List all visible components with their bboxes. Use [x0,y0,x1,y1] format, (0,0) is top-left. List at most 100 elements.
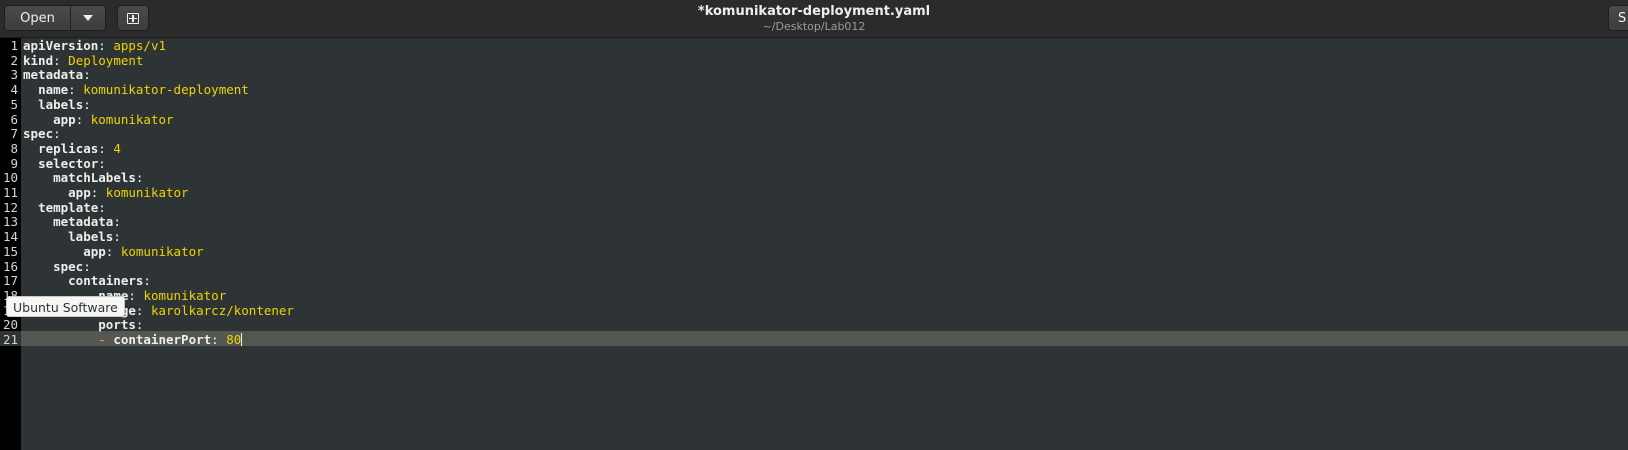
triangle-down-icon [83,15,93,21]
code-text: - containerPort: 80 [23,332,243,347]
colon: : [98,155,106,171]
open-button[interactable]: Open [4,5,71,31]
colon: : [98,140,106,156]
code-text: matchLabels: [23,170,143,185]
yaml-key: name [38,82,69,98]
code-line[interactable]: 12 template: [0,200,1628,215]
code-text: replicas: 4 [23,141,121,156]
colon: : [113,214,121,230]
code-line[interactable]: 8 replicas: 4 [0,141,1628,156]
new-document-icon [127,12,139,24]
colon: : [105,243,114,259]
yaml-key: spec [53,258,84,274]
open-menu-button[interactable] [70,5,106,31]
yaml-value: karolkarcz/kontener [150,302,294,318]
yaml-key: metadata [23,67,84,83]
save-button[interactable]: S [1608,5,1628,31]
yaml-key: labels [68,229,114,245]
code-line[interactable]: 3 metadata: [0,67,1628,82]
code-line[interactable]: 16 spec: [0,259,1628,274]
colon: : [211,332,219,347]
line-number: 13 [2,214,18,230]
title-area: *komunikator-deployment.yaml ~/Desktop/L… [614,4,1014,33]
code-text: kind: Deployment [23,53,143,68]
code-text: template: [23,200,106,215]
line-number: 3 [10,67,18,83]
colon: : [90,185,99,200]
line-number: 20 [2,317,18,333]
document-path: ~/Desktop/Lab012 [762,20,866,33]
code-line[interactable]: 6 app: komunikator [0,112,1628,127]
code-line[interactable]: 2 kind: Deployment [0,53,1628,68]
text-cursor [241,333,243,346]
code-line[interactable]: 15 app: komunikator [0,244,1628,259]
yaml-key: apiVersion [23,38,99,53]
code-text: selector: [23,156,106,171]
colon: : [53,126,61,142]
line-number: 14 [2,229,18,245]
code-line[interactable]: 14 labels: [0,229,1628,244]
yaml-value: 4 [113,140,121,156]
code-line[interactable]: 13 metadata: [0,214,1628,229]
code-text: labels: [23,97,91,112]
new-document-button[interactable] [117,5,149,31]
code-line[interactable]: 7 spec: [0,126,1628,141]
code-line[interactable]: 19 image: karolkarcz/kontener [0,303,1628,318]
code-line[interactable]: 20 ports: [0,317,1628,332]
code-line[interactable]: 4 name: komunikator-deployment [0,82,1628,97]
colon: : [98,199,106,215]
line-number: 7 [10,126,18,142]
code-text: metadata: [23,67,91,82]
colon: : [128,287,136,303]
tooltip-text: Ubuntu Software [13,300,118,315]
yaml-value: komunikator [120,243,204,259]
line-number: 16 [2,258,18,274]
code-line[interactable]: 17 containers: [0,273,1628,288]
text-editor[interactable]: 1 apiVersion: apps/v1 2 kind: Deployment 3 me… [0,38,1628,450]
code-text: ports: [23,317,143,332]
yaml-key: kind [23,52,54,68]
code-text: apiVersion: apps/v1 [23,38,166,53]
yaml-key: template [38,199,99,215]
save-button-label: S [1618,10,1627,26]
document-title: *komunikator-deployment.yaml [697,4,931,19]
colon: : [68,82,76,98]
code-text: spec: [23,259,91,274]
yaml-value: apps/v1 [113,38,167,53]
colon: : [135,302,144,318]
line-number: 8 [10,140,18,156]
yaml-value: Deployment [68,52,144,68]
code-line[interactable]: 10 matchLabels: [0,170,1628,185]
code-line[interactable]: 9 selector: [0,156,1628,171]
code-line[interactable]: 11 app: komunikator [0,185,1628,200]
colon: : [53,52,61,68]
line-number: 11 [2,185,18,200]
colon: : [113,229,121,245]
code-line[interactable]: 5 labels: [0,97,1628,112]
line-number: 17 [2,273,18,289]
list-dash: - [98,332,114,347]
colon: : [83,67,91,83]
yaml-key: containerPort [113,332,212,347]
code-text: name: komunikator-deployment [23,82,249,97]
code-line[interactable]: 21 - containerPort: 80 [0,332,1628,347]
code-line[interactable]: 1 apiVersion: apps/v1 [0,38,1628,53]
line-number: 1 [10,38,18,53]
line-number: 21 [2,332,18,347]
tooltip: Ubuntu Software [6,296,125,317]
line-number: 9 [10,155,18,171]
yaml-key: spec [23,126,54,142]
line-number: 5 [10,96,18,112]
yaml-key: app [53,111,76,127]
open-button-label: Open [20,10,55,26]
code-line[interactable]: 18 - name: komunikator [0,288,1628,303]
